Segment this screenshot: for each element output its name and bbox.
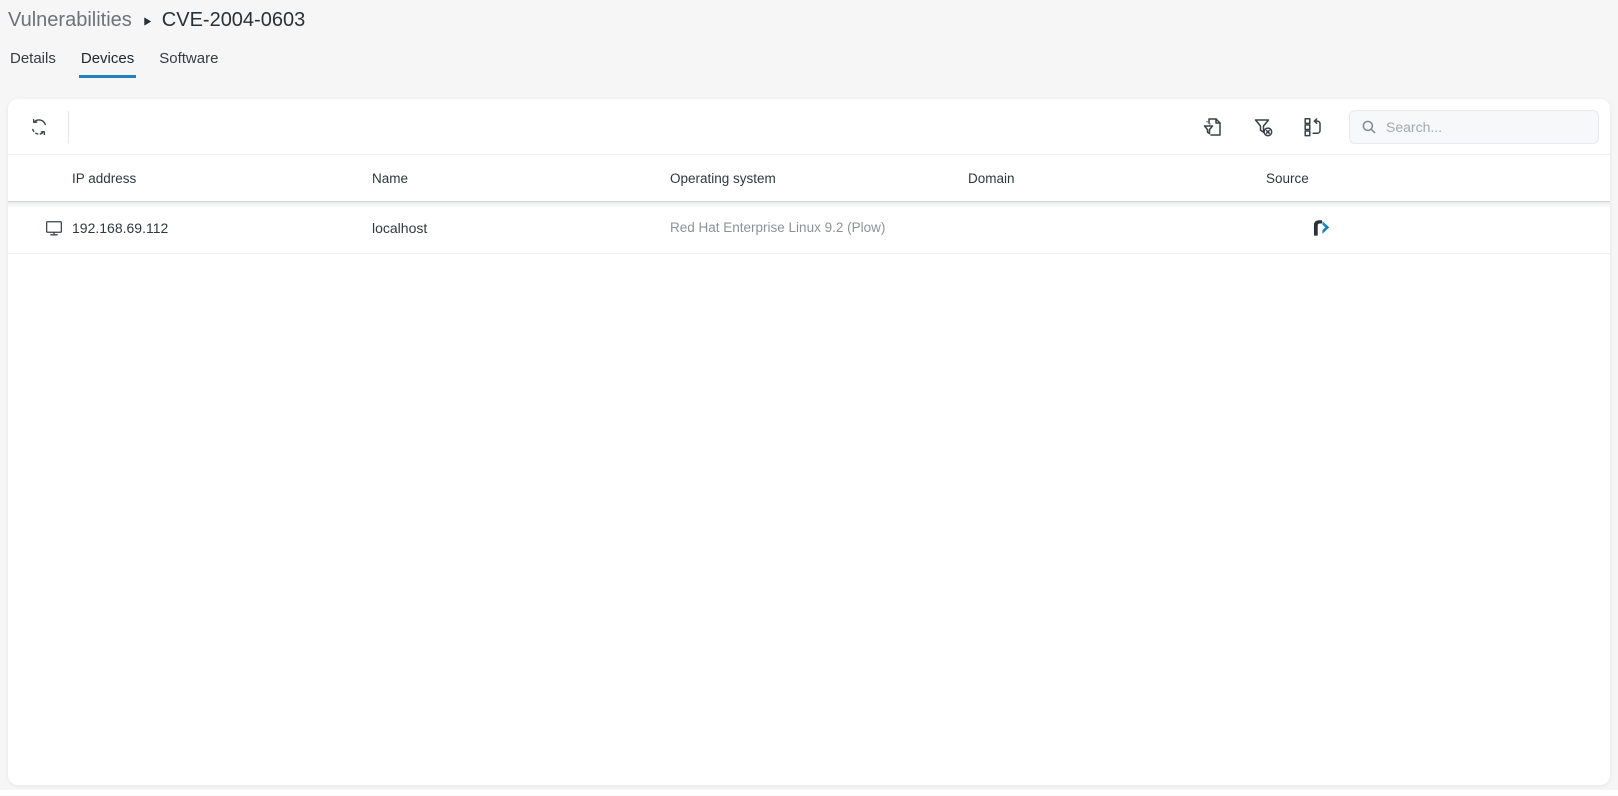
toolbar-divider xyxy=(68,111,69,143)
column-header-ip-address[interactable]: IP address xyxy=(72,171,372,186)
column-header-name[interactable]: Name xyxy=(372,171,670,186)
table-header-row: IP address Name Operating system Domain … xyxy=(8,155,1610,202)
tab-software[interactable]: Software xyxy=(157,48,220,78)
manage-columns-button[interactable] xyxy=(1299,113,1327,141)
filter-document-icon xyxy=(1201,115,1225,139)
monitor-icon xyxy=(44,218,64,238)
scanner-source-logo-icon xyxy=(1308,215,1333,240)
breadcrumb-vulnerabilities-link[interactable]: Vulnerabilities xyxy=(8,9,132,32)
manage-columns-icon xyxy=(1301,115,1325,139)
footer-strip xyxy=(0,790,1618,795)
device-row[interactable]: 192.168.69.112 localhost Red Hat Enterpr… xyxy=(8,202,1610,254)
refresh-icon xyxy=(28,116,50,138)
toolbar-actions xyxy=(1199,113,1327,141)
refresh-button[interactable] xyxy=(26,114,52,140)
vulnerability-detail-page: Vulnerabilities CVE-2004-0603 Details De… xyxy=(0,0,1618,796)
os-cell: Red Hat Enterprise Linux 9.2 (Plow) xyxy=(670,220,968,235)
breadcrumb: Vulnerabilities CVE-2004-0603 xyxy=(8,6,1610,34)
device-type-cell xyxy=(44,218,72,238)
breadcrumb-separator-icon xyxy=(142,16,153,27)
devices-card: IP address Name Operating system Domain … xyxy=(8,99,1610,785)
ip-address-cell: 192.168.69.112 xyxy=(72,220,372,236)
clear-filters-icon xyxy=(1251,115,1275,139)
clear-filters-button[interactable] xyxy=(1249,113,1277,141)
column-header-source[interactable]: Source xyxy=(1266,171,1610,186)
column-header-operating-system[interactable]: Operating system xyxy=(670,171,968,186)
tab-details[interactable]: Details xyxy=(8,48,58,78)
detail-tabs: Details Devices Software xyxy=(8,48,1610,78)
page-title: CVE-2004-0603 xyxy=(162,9,305,32)
search-icon xyxy=(1360,118,1378,136)
tab-devices[interactable]: Devices xyxy=(79,48,136,78)
table-empty-area xyxy=(8,254,1610,785)
table-toolbar xyxy=(8,99,1610,155)
column-header-domain[interactable]: Domain xyxy=(968,171,1266,186)
export-filtered-view-button[interactable] xyxy=(1199,113,1227,141)
source-cell xyxy=(1266,215,1610,240)
name-cell: localhost xyxy=(372,220,670,236)
search-box xyxy=(1349,110,1599,144)
search-input[interactable] xyxy=(1386,119,1588,135)
